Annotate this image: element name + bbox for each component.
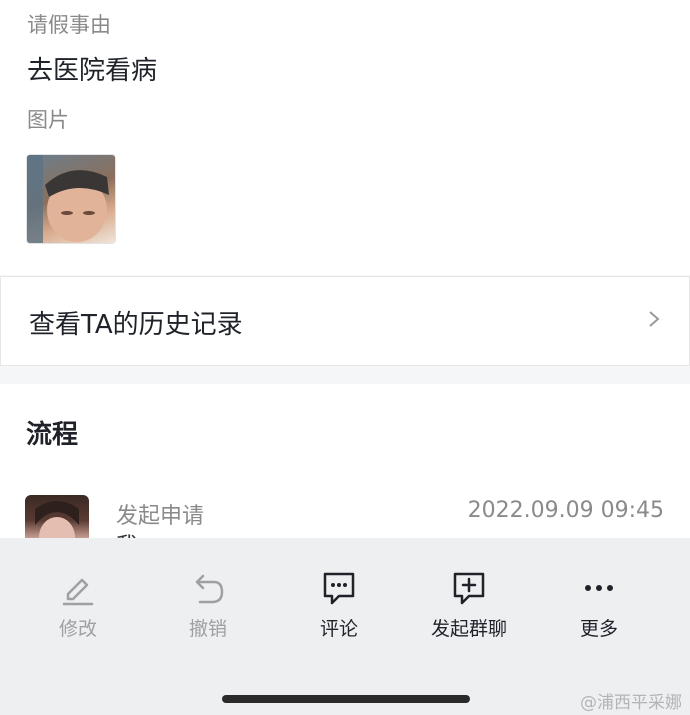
comment-label: 评论 [319, 618, 358, 640]
undo-label: 撤销 [188, 618, 227, 640]
bottom-action-bar: 修改 撤销 评论 发起群聊 更多 @浦西平采娜 [0, 538, 690, 715]
home-indicator[interactable] [222, 695, 470, 703]
more-label: 更多 [579, 618, 618, 640]
attached-photo-thumbnail[interactable] [26, 154, 116, 244]
photo-face-image [27, 155, 109, 243]
comment-icon [323, 572, 355, 605]
start-group-chat-button[interactable]: 发起群聊 [414, 568, 524, 641]
comment-button[interactable]: 评论 [284, 568, 394, 641]
more-button[interactable]: 更多 [544, 568, 654, 641]
start-group-chat-label: 发起群聊 [430, 618, 507, 640]
leave-details-section: 请假事由 去医院看病 图片 [0, 0, 690, 275]
undo-button[interactable]: 撤销 [153, 568, 263, 641]
images-label: 图片 [27, 108, 69, 132]
undo-icon [195, 574, 224, 604]
workflow-title: 流程 [26, 420, 79, 450]
reason-label: 请假事由 [27, 13, 111, 37]
watermark-text: @浦西平采娜 [580, 693, 682, 713]
view-history-label: 查看TA的历史记录 [29, 310, 243, 340]
edit-label: 修改 [58, 618, 97, 640]
add-group-chat-icon [453, 572, 485, 605]
view-history-row[interactable]: 查看TA的历史记录 [0, 276, 690, 366]
more-icon [585, 585, 613, 591]
step-timestamp: 2022.09.09 09:45 [467, 498, 664, 523]
edit-icon [62, 578, 94, 606]
edit-button[interactable]: 修改 [23, 568, 133, 641]
workflow-section: 流程 发起申请 2022.09.09 09:45 我 [0, 384, 690, 559]
chevron-right-icon [649, 311, 660, 327]
reason-value: 去医院看病 [27, 56, 158, 86]
step-label: 发起申请 [116, 504, 205, 529]
